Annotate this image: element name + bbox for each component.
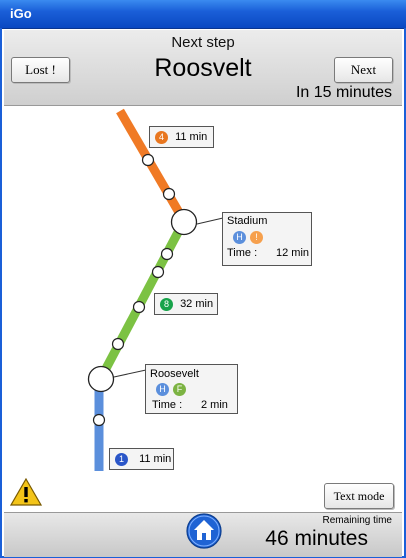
remaining-time-value: 46 minutes	[265, 527, 368, 550]
station-name: Roosevelt	[150, 368, 199, 380]
stop	[160, 247, 174, 261]
segment-time: 32 min	[180, 298, 214, 310]
title-bar: iGo	[0, 0, 406, 29]
station-stadium-marker	[170, 208, 198, 236]
line-badge-icon: 1	[115, 452, 128, 466]
station-time: 2 min	[201, 399, 228, 411]
route-map: 4 11 min 8 32 min 1 11 min Stadium H ! T…	[4, 106, 402, 514]
line-badge-icon: 8	[160, 297, 173, 311]
warning-icon[interactable]	[10, 478, 42, 506]
stop	[111, 337, 125, 351]
station-roosevelt-marker	[87, 365, 115, 393]
line-badge-icon: 4	[155, 130, 168, 144]
station-name: Stadium	[227, 215, 268, 227]
stop	[162, 187, 176, 201]
alert-icon: !	[250, 231, 263, 244]
food-icon: F	[173, 383, 186, 396]
hospital-icon: H	[233, 231, 246, 244]
eta-label: In 15 minutes	[295, 84, 392, 101]
next-step-label: Next step	[171, 34, 235, 51]
stop	[141, 153, 155, 167]
next-button[interactable]: Next	[334, 57, 393, 83]
text-mode-button[interactable]: Text mode	[324, 483, 394, 509]
station-info-roosevelt: Roosevelt H F Time : 2 min	[145, 364, 238, 414]
segment-label-blue: 1 11 min	[109, 448, 174, 470]
stop	[151, 265, 165, 279]
home-icon[interactable]	[186, 513, 222, 549]
station-info-stadium: Stadium H ! Time : 12 min	[222, 212, 312, 266]
station-time: 12 min	[276, 247, 310, 259]
window-title: iGo	[10, 6, 32, 21]
remaining-time-label: Remaining time	[322, 515, 392, 526]
station-time-label: Time :	[227, 247, 258, 259]
segment-time: 11 min	[175, 131, 208, 143]
stop	[132, 300, 146, 314]
stop	[92, 413, 106, 427]
segment-time: 11 min	[139, 453, 172, 465]
hospital-icon: H	[156, 383, 169, 396]
station-time-label: Time :	[152, 399, 183, 411]
header-panel: Next step Roosvelt In 15 minutes Lost ! …	[4, 30, 402, 106]
segment-label-orange: 4 11 min	[149, 126, 214, 148]
segment-label-green: 8 32 min	[154, 293, 218, 315]
lost-button[interactable]: Lost !	[11, 57, 70, 83]
